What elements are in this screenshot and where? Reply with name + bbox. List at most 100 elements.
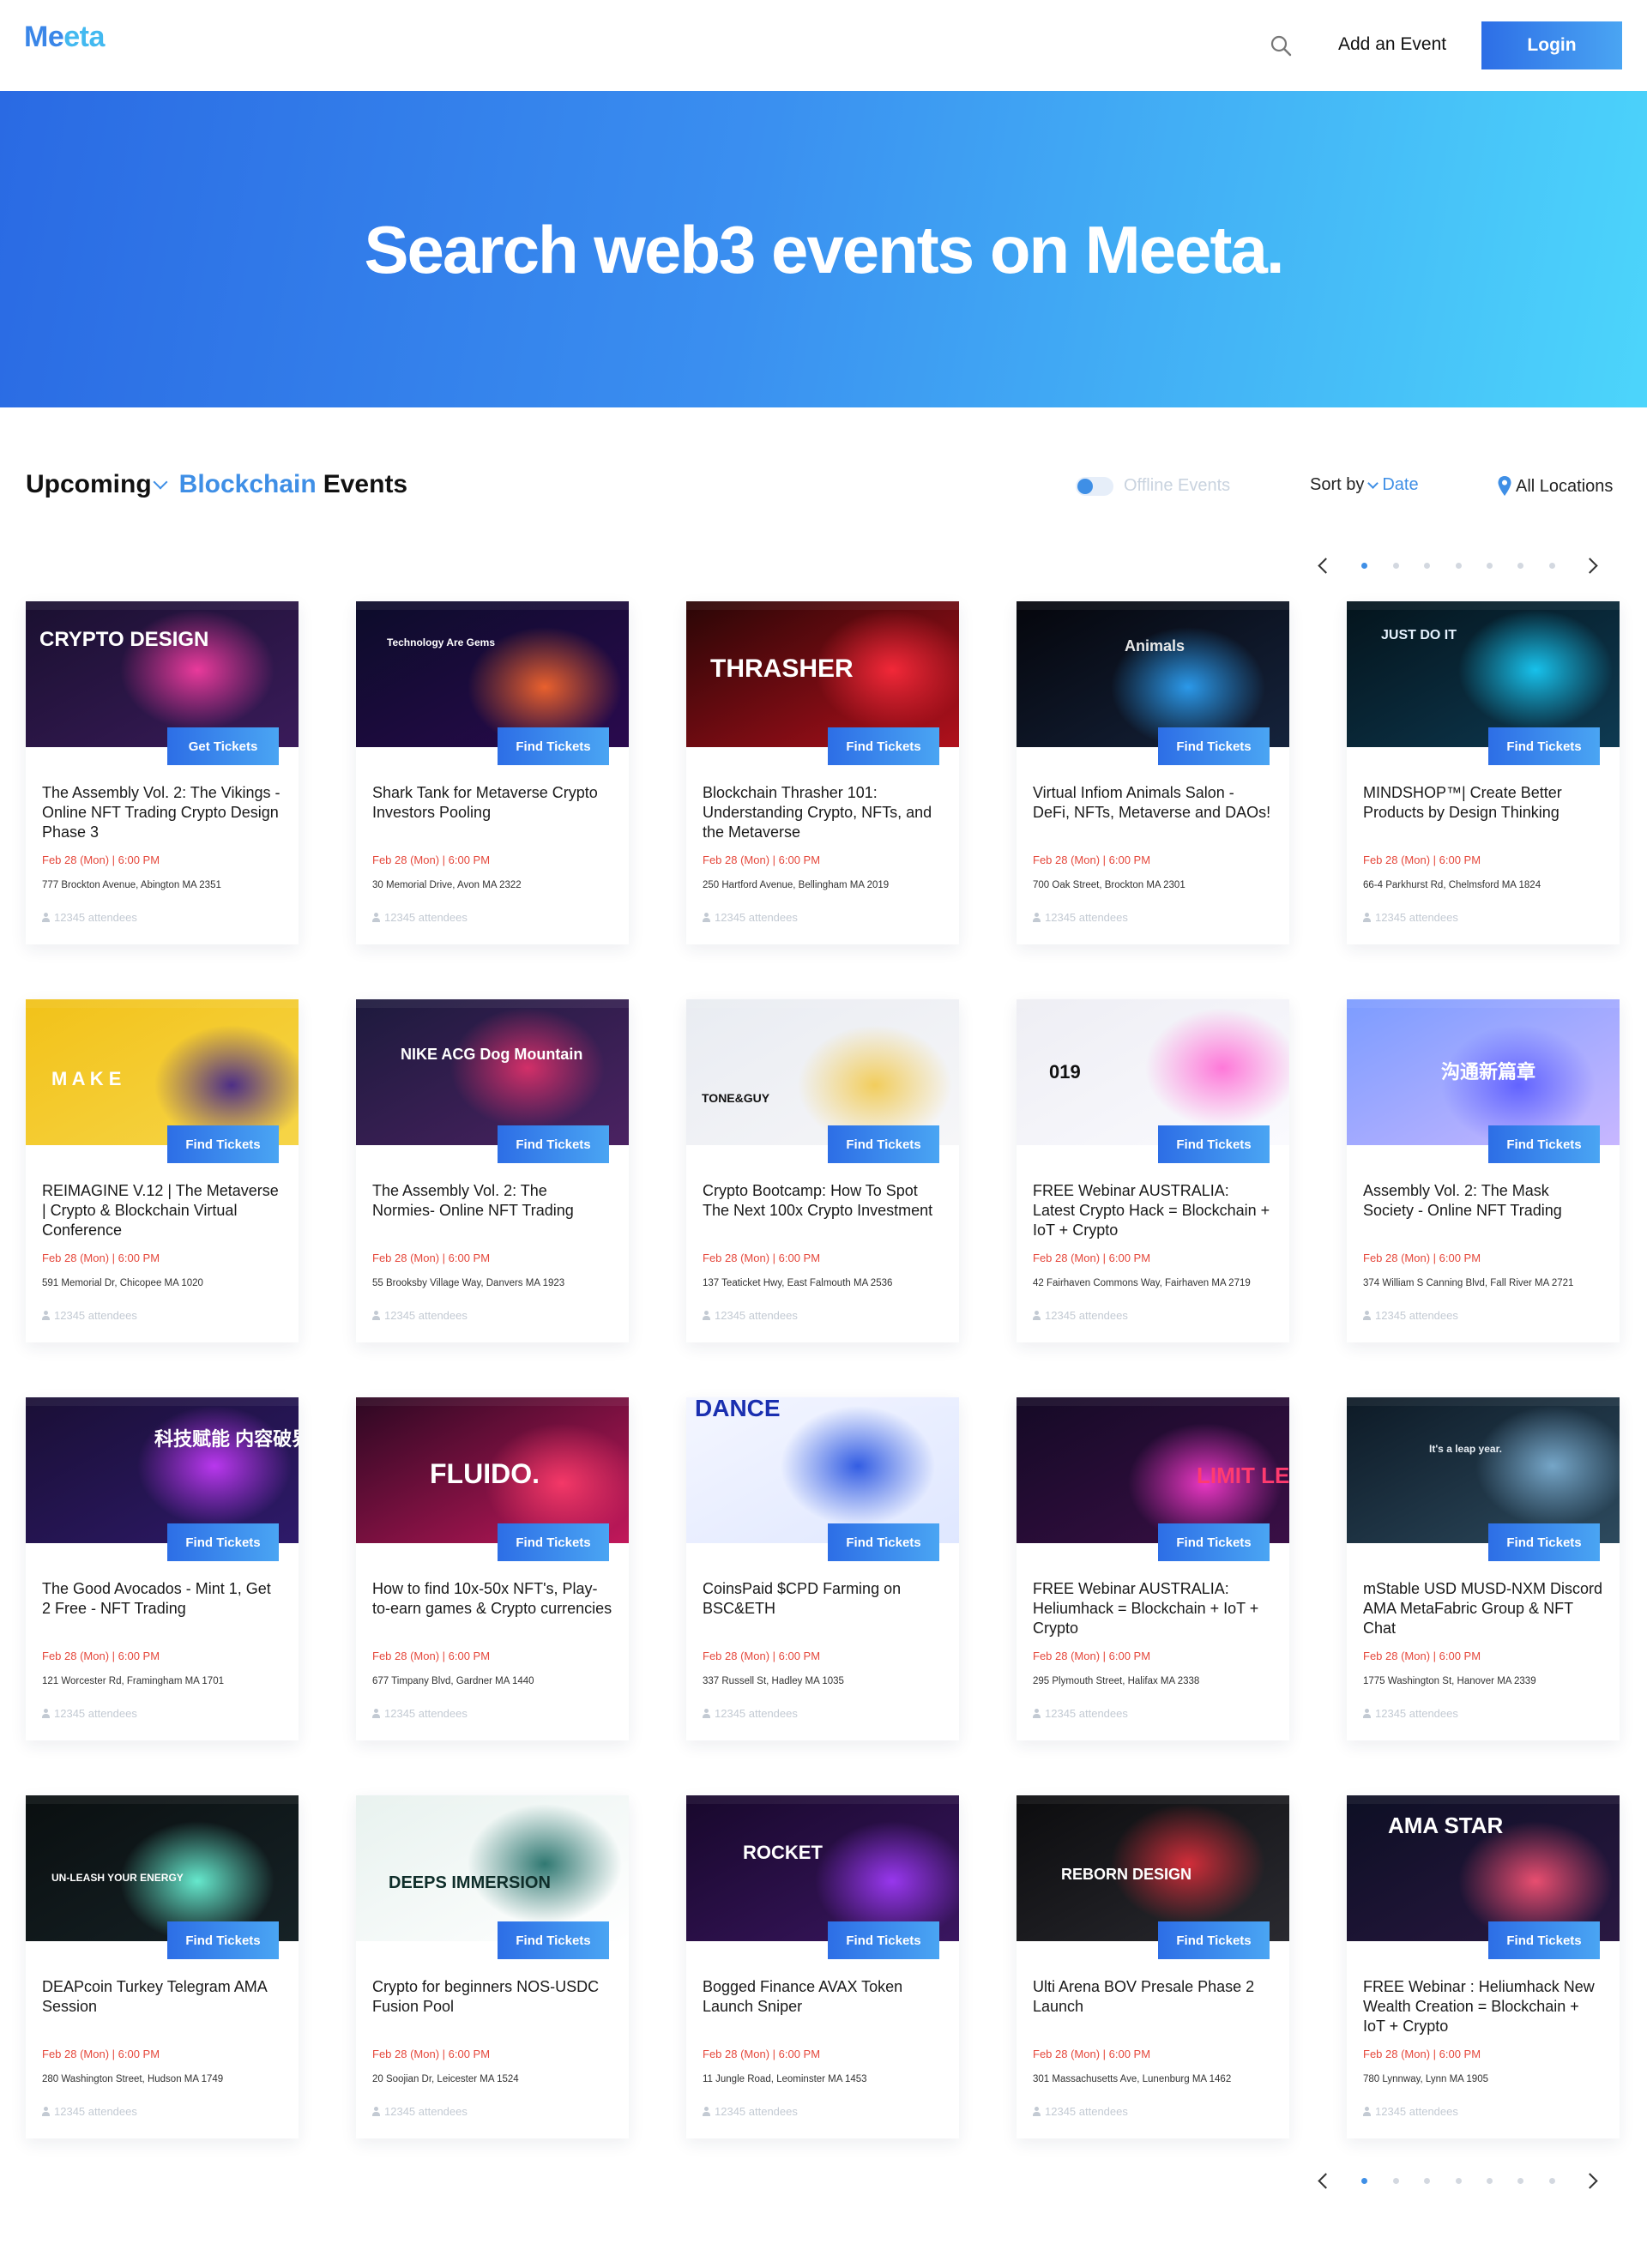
event-thumbnail[interactable]: M A K E — [26, 999, 299, 1145]
page-dot[interactable] — [1486, 2177, 1493, 2184]
find-tickets-button[interactable]: Find Tickets — [1488, 727, 1600, 765]
add-event-link[interactable]: Add an Event — [1338, 34, 1446, 55]
page-dot[interactable] — [1392, 562, 1399, 569]
find-tickets-button[interactable]: Find Tickets — [498, 1523, 609, 1561]
event-card[interactable]: LIMIT LESS Find Tickets FREE Webinar AUSTR… — [1017, 1397, 1289, 1740]
sort-dropdown[interactable]: Sort by Date — [1310, 475, 1419, 495]
event-card[interactable]: NIKE ACG Dog Mountain Find Tickets The Ass… — [356, 999, 629, 1342]
event-thumbnail[interactable]: DEEPS IMMERSION — [356, 1795, 629, 1941]
event-title[interactable]: CoinsPaid $CPD Farming on BSC&ETH — [703, 1579, 943, 1619]
login-button[interactable]: Login — [1481, 21, 1622, 69]
event-title[interactable]: FREE Webinar AUSTRALIA: Heliumhack = Blo… — [1033, 1579, 1273, 1638]
event-card[interactable]: 沟通新篇章 Find Tickets Assembly Vol. 2: The Ma… — [1347, 999, 1620, 1342]
event-thumbnail[interactable]: 科技赋能 内容破界 — [26, 1397, 299, 1543]
event-thumbnail[interactable]: CRYPTO DESIGN — [26, 601, 299, 747]
page-dot[interactable] — [1548, 562, 1555, 569]
find-tickets-button[interactable]: Find Tickets — [167, 1125, 279, 1163]
page-dot[interactable] — [1392, 2177, 1399, 2184]
find-tickets-button[interactable]: Find Tickets — [1158, 1125, 1270, 1163]
event-title[interactable]: Bogged Finance AVAX Token Launch Sniper — [703, 1977, 943, 2017]
find-tickets-button[interactable]: Find Tickets — [1158, 1921, 1270, 1959]
find-tickets-button[interactable]: Find Tickets — [498, 1921, 609, 1959]
event-card[interactable]: JUST DO IT Find Tickets MINDSHOP™| Create … — [1347, 601, 1620, 944]
event-card[interactable]: 019 Find Tickets FREE Webinar AUSTRALIA: L… — [1017, 999, 1289, 1342]
event-title[interactable]: Assembly Vol. 2: The Mask Society - Onli… — [1363, 1181, 1603, 1221]
location-filter[interactable]: All Locations — [1497, 475, 1613, 498]
logo[interactable]: Meeta — [24, 21, 105, 54]
category-filter-dropdown[interactable]: Blockchain — [179, 470, 317, 499]
event-card[interactable]: FLUIDO. Find Tickets How to find 10x-50x N… — [356, 1397, 629, 1740]
event-thumbnail[interactable]: FLUIDO. — [356, 1397, 629, 1543]
event-card[interactable]: DANCE Find Tickets CoinsPaid $CPD Farming … — [686, 1397, 959, 1740]
event-thumbnail[interactable]: NIKE ACG Dog Mountain — [356, 999, 629, 1145]
event-title[interactable]: Crypto for beginners NOS-USDC Fusion Poo… — [372, 1977, 612, 2017]
find-tickets-button[interactable]: Find Tickets — [828, 1523, 939, 1561]
page-dot[interactable] — [1455, 2177, 1462, 2184]
event-card[interactable]: TONE&GUY Find Tickets Crypto Bootcamp: How… — [686, 999, 959, 1342]
find-tickets-button[interactable]: Find Tickets — [167, 1921, 279, 1959]
next-page-arrow-icon[interactable] — [1580, 553, 1604, 577]
event-thumbnail[interactable]: ROCKET — [686, 1795, 959, 1941]
event-card[interactable]: THRASHER Find Tickets Blockchain Thrasher … — [686, 601, 959, 944]
event-thumbnail[interactable]: UN-LEASH YOUR ENERGY — [26, 1795, 299, 1941]
event-title[interactable]: Virtual Infiom Animals Salon - DeFi, NFT… — [1033, 783, 1273, 823]
event-thumbnail[interactable]: Animals — [1017, 601, 1289, 747]
page-dot[interactable] — [1361, 2177, 1368, 2184]
event-title[interactable]: mStable USD MUSD-NXM Discord AMA MetaFab… — [1363, 1579, 1603, 1638]
event-card[interactable]: M A K E Find Tickets REIMAGINE V.12 | The … — [26, 999, 299, 1342]
event-thumbnail[interactable]: Technology Are Gems — [356, 601, 629, 747]
page-dot[interactable] — [1455, 562, 1462, 569]
event-card[interactable]: ROCKET Find Tickets Bogged Finance AVAX To… — [686, 1795, 959, 2138]
page-dot[interactable] — [1517, 2177, 1524, 2184]
event-title[interactable]: The Good Avocados - Mint 1, Get 2 Free -… — [42, 1579, 282, 1619]
event-title[interactable]: FREE Webinar AUSTRALIA: Latest Crypto Ha… — [1033, 1181, 1273, 1240]
event-title[interactable]: How to find 10x-50x NFT's, Play-to-earn … — [372, 1579, 612, 1619]
event-thumbnail[interactable]: It's a leap year. — [1347, 1397, 1620, 1543]
get-tickets-button[interactable]: Get Tickets — [167, 727, 279, 765]
event-card[interactable]: REBORN DESIGN Find Tickets Ulti Arena BOV … — [1017, 1795, 1289, 2138]
event-thumbnail[interactable]: TONE&GUY — [686, 999, 959, 1145]
prev-page-arrow-icon[interactable] — [1312, 2168, 1336, 2193]
event-card[interactable]: Technology Are Gems Find Tickets Shark Tan… — [356, 601, 629, 944]
event-title[interactable]: Blockchain Thrasher 101: Understanding C… — [703, 783, 943, 842]
page-dot[interactable] — [1486, 562, 1493, 569]
event-title[interactable]: Ulti Arena BOV Presale Phase 2 Launch — [1033, 1977, 1273, 2017]
event-card[interactable]: 科技赋能 内容破界 Find Tickets The Good Avocados -… — [26, 1397, 299, 1740]
event-title[interactable]: Crypto Bootcamp: How To Spot The Next 10… — [703, 1181, 943, 1221]
find-tickets-button[interactable]: Find Tickets — [498, 727, 609, 765]
event-card[interactable]: UN-LEASH YOUR ENERGY Find Tickets DEAPcoin… — [26, 1795, 299, 2138]
page-dot[interactable] — [1424, 2177, 1431, 2184]
event-thumbnail[interactable]: AMA STAR — [1347, 1795, 1620, 1941]
event-thumbnail[interactable]: THRASHER — [686, 601, 959, 747]
find-tickets-button[interactable]: Find Tickets — [498, 1125, 609, 1163]
event-thumbnail[interactable]: JUST DO IT — [1347, 601, 1620, 747]
page-dot[interactable] — [1424, 562, 1431, 569]
find-tickets-button[interactable]: Find Tickets — [828, 727, 939, 765]
time-filter-dropdown[interactable]: Upcoming — [26, 470, 172, 499]
page-dot[interactable] — [1517, 562, 1524, 569]
event-title[interactable]: MINDSHOP™| Create Better Products by Des… — [1363, 783, 1603, 823]
event-title[interactable]: REIMAGINE V.12 | The Metaverse | Crypto … — [42, 1181, 282, 1240]
find-tickets-button[interactable]: Find Tickets — [1488, 1125, 1600, 1163]
find-tickets-button[interactable]: Find Tickets — [167, 1523, 279, 1561]
event-card[interactable]: DEEPS IMMERSION Find Tickets Crypto for be… — [356, 1795, 629, 2138]
prev-page-arrow-icon[interactable] — [1312, 553, 1336, 577]
find-tickets-button[interactable]: Find Tickets — [1158, 727, 1270, 765]
find-tickets-button[interactable]: Find Tickets — [1488, 1921, 1600, 1959]
offline-events-toggle[interactable] — [1076, 477, 1113, 496]
find-tickets-button[interactable]: Find Tickets — [1158, 1523, 1270, 1561]
event-card[interactable]: AMA STAR Find Tickets FREE Webinar : Heliu… — [1347, 1795, 1620, 2138]
event-thumbnail[interactable]: 019 — [1017, 999, 1289, 1145]
event-title[interactable]: The Assembly Vol. 2: The Normies- Online… — [372, 1181, 612, 1221]
find-tickets-button[interactable]: Find Tickets — [828, 1921, 939, 1959]
event-thumbnail[interactable]: DANCE — [686, 1397, 959, 1543]
event-title[interactable]: FREE Webinar : Heliumhack New Wealth Cre… — [1363, 1977, 1603, 2036]
search-button[interactable] — [1268, 33, 1295, 60]
find-tickets-button[interactable]: Find Tickets — [1488, 1523, 1600, 1561]
next-page-arrow-icon[interactable] — [1580, 2168, 1604, 2193]
event-card[interactable]: CRYPTO DESIGN Get Tickets The Assembly Vol… — [26, 601, 299, 944]
event-title[interactable]: The Assembly Vol. 2: The Vikings - Onlin… — [42, 783, 282, 842]
event-thumbnail[interactable]: LIMIT LESS — [1017, 1397, 1289, 1543]
event-card[interactable]: It's a leap year. Find Tickets mStable USD… — [1347, 1397, 1620, 1740]
event-title[interactable]: Shark Tank for Metaverse Crypto Investor… — [372, 783, 612, 823]
